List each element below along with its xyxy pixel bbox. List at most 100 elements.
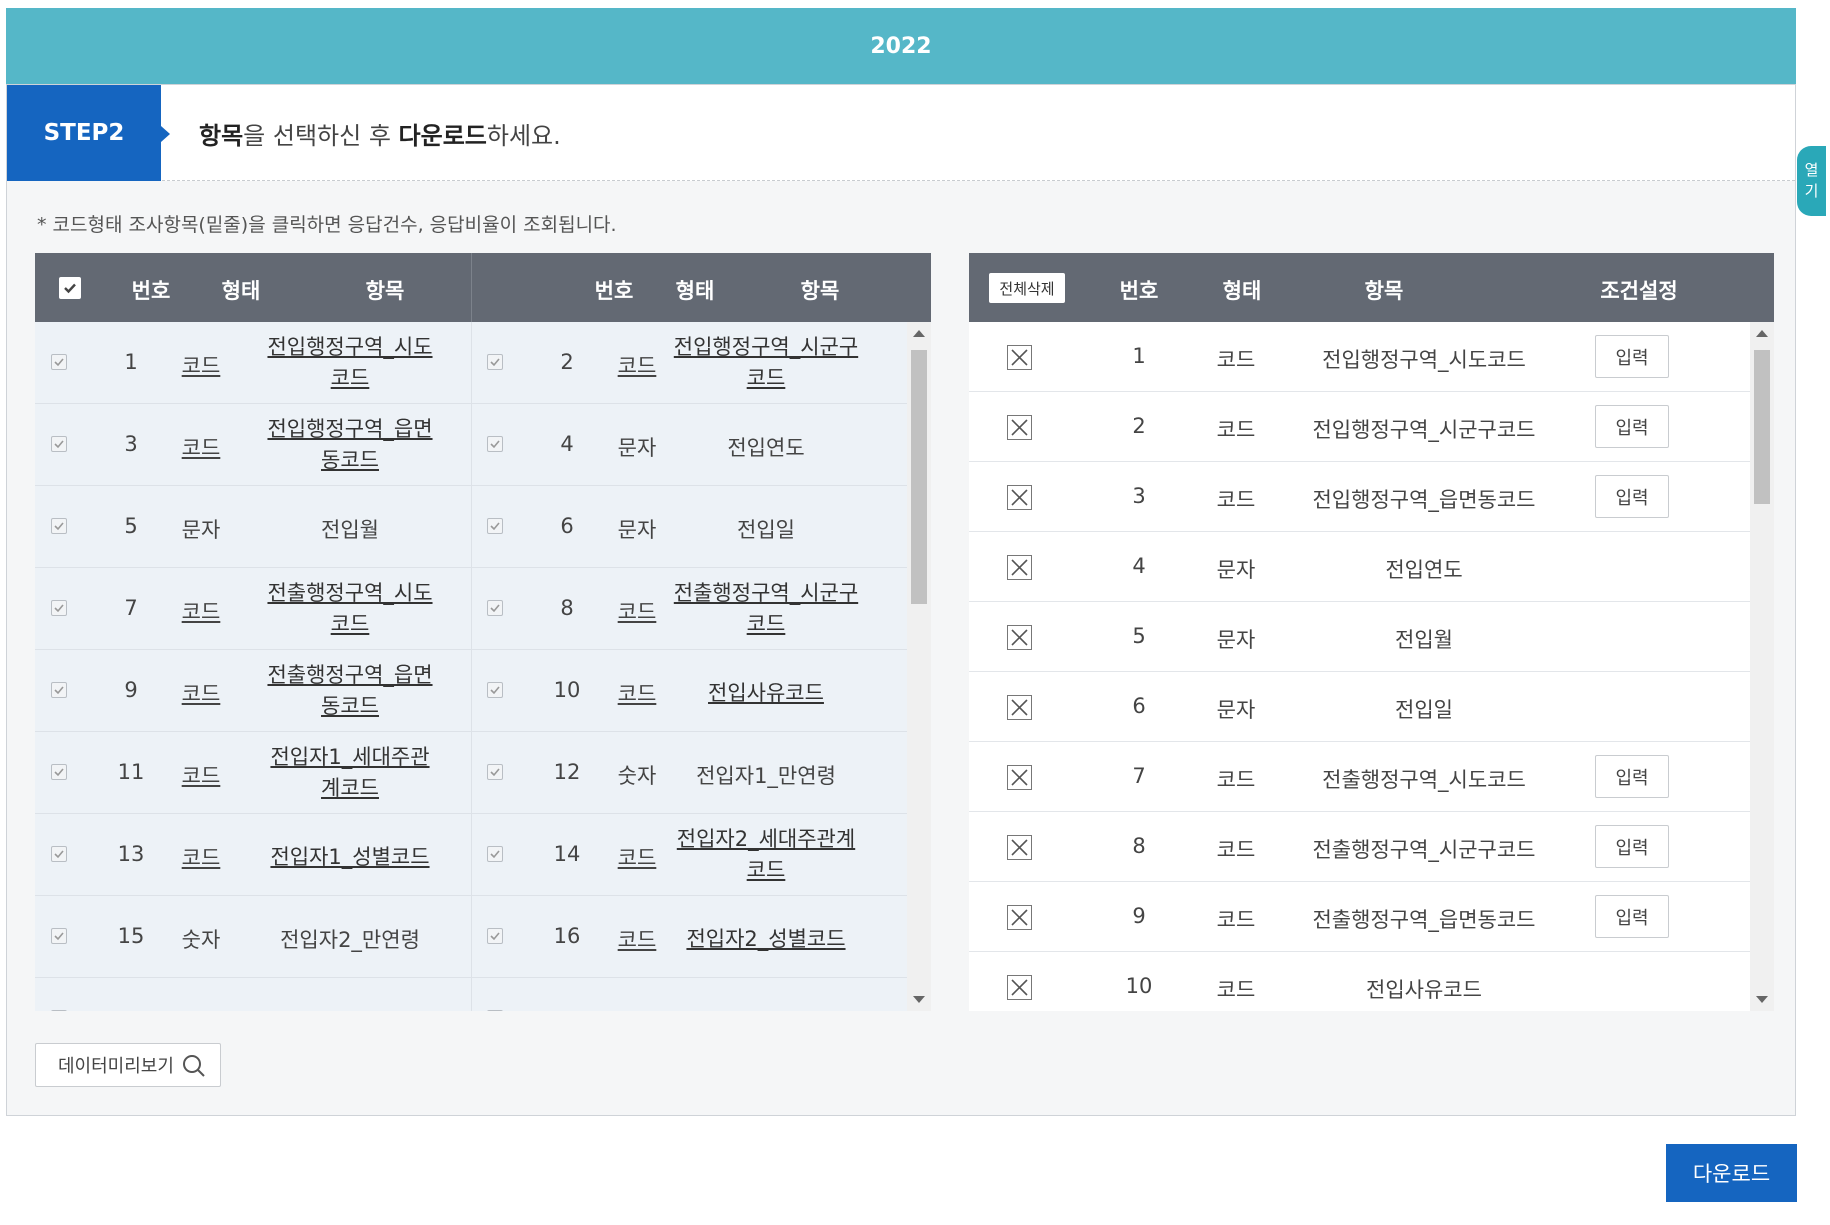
- selected-table-body: 1 코드 전입행정구역_시도코드 입력 2 코드 전입행정구역_시군구코드 입력 3 코드 전입행정…: [969, 322, 1750, 1011]
- selected-table-header: 전체삭제 번호 형태 항목 조건설정: [969, 253, 1774, 322]
- row-checkbox[interactable]: [487, 518, 503, 534]
- row-checkbox[interactable]: [487, 1010, 503, 1011]
- condition-input-button[interactable]: 입력: [1595, 335, 1669, 378]
- open-side-tab[interactable]: 열기: [1797, 146, 1826, 216]
- row-no: 6: [560, 514, 574, 538]
- row-type: 코드: [181, 846, 221, 870]
- sel-row-type: 코드: [1216, 908, 1256, 932]
- download-button[interactable]: 다운로드: [1666, 1144, 1797, 1202]
- row-checkbox[interactable]: [487, 682, 503, 698]
- sel-col-header-type: 형태: [1222, 279, 1262, 303]
- row-item[interactable]: 전출행정구역_시도 코드: [235, 578, 465, 640]
- row-checkbox[interactable]: [487, 600, 503, 616]
- item-table-scrollbar[interactable]: [907, 322, 931, 1011]
- selected-table-scrollbar[interactable]: [1750, 322, 1774, 1011]
- row-checkbox[interactable]: [487, 846, 503, 862]
- row-item: 전입일: [737, 518, 795, 542]
- remove-item-icon[interactable]: [1007, 835, 1032, 860]
- row-item[interactable]: 전출행정구역_읍면 동코드: [235, 660, 465, 722]
- sel-row-no: 9: [1132, 904, 1146, 928]
- step-header: STEP2 항목을 선택하신 후 다운로드하세요.: [7, 85, 1795, 181]
- row-checkbox[interactable]: [487, 354, 503, 370]
- sel-col-header-condition: 조건설정: [1600, 279, 1678, 303]
- condition-input-button[interactable]: 입력: [1595, 895, 1669, 938]
- row-item[interactable]: 전입자2_성별코드: [641, 924, 891, 955]
- remove-item-icon[interactable]: [1007, 345, 1032, 370]
- sel-row-item: 전출행정구역_읍면동코드: [1312, 908, 1536, 932]
- sel-row-no: 4: [1132, 554, 1146, 578]
- col-header-type: 형태: [221, 279, 261, 303]
- sel-row-item: 전입월: [1395, 628, 1453, 652]
- row-checkbox[interactable]: [487, 764, 503, 780]
- row-checkbox[interactable]: [51, 600, 67, 616]
- row-item[interactable]: 전입행정구역_읍면 동코드: [235, 414, 465, 476]
- col-header-item: 항목: [365, 279, 405, 303]
- row-item: 전입자3_세대주관: [235, 1006, 465, 1011]
- sel-row-item: 전입행정구역_시도코드: [1322, 348, 1526, 372]
- remove-item-icon[interactable]: [1007, 765, 1032, 790]
- row-checkbox[interactable]: [51, 928, 67, 944]
- table-row: 11 코드 전입자1_세대주관 계코드 12 숫자 전입자1_만연령: [35, 732, 907, 814]
- remove-item-icon[interactable]: [1007, 695, 1032, 720]
- row-no: 8: [560, 596, 574, 620]
- remove-item-icon[interactable]: [1007, 905, 1032, 930]
- row-checkbox[interactable]: [487, 436, 503, 452]
- row-no: 14: [553, 842, 581, 866]
- sel-row-item: 전출행정구역_시도코드: [1322, 768, 1526, 792]
- row-item[interactable]: 전입자2_세대주관계 코드: [641, 824, 891, 886]
- data-preview-button[interactable]: 데이터미리보기: [35, 1043, 221, 1087]
- table-row: 8 코드 전출행정구역_시군구코드 입력: [969, 812, 1750, 882]
- remove-item-icon[interactable]: [1007, 555, 1032, 580]
- row-no: 12: [553, 760, 581, 784]
- condition-input-button[interactable]: 입력: [1595, 405, 1669, 448]
- step-arrow-icon: [161, 126, 170, 142]
- sel-row-no: 7: [1132, 764, 1146, 788]
- remove-item-icon[interactable]: [1007, 625, 1032, 650]
- sel-row-item: 전입사유코드: [1366, 978, 1482, 1002]
- remove-item-icon[interactable]: [1007, 415, 1032, 440]
- row-checkbox[interactable]: [51, 764, 67, 780]
- sel-row-item: 전입연도: [1385, 558, 1463, 582]
- row-type: 코드: [181, 436, 221, 460]
- condition-input-button[interactable]: 입력: [1595, 475, 1669, 518]
- select-all-checkbox[interactable]: [59, 277, 81, 299]
- sel-row-no: 2: [1132, 414, 1146, 438]
- step2-panel: STEP2 항목을 선택하신 후 다운로드하세요. * 코드형태 조사항목(밑줄…: [6, 84, 1796, 1116]
- row-checkbox[interactable]: [51, 846, 67, 862]
- condition-input-button[interactable]: 입력: [1595, 755, 1669, 798]
- row-item[interactable]: 전입자1_세대주관 계코드: [235, 742, 465, 804]
- row-no: 11: [117, 760, 145, 784]
- row-item: 전입자2_만연령: [280, 928, 420, 952]
- row-checkbox[interactable]: [51, 436, 67, 452]
- table-row: 10 코드 전입사유코드: [969, 952, 1750, 1011]
- row-item: 전입월: [321, 518, 379, 542]
- table-row: 5 문자 전입월: [969, 602, 1750, 672]
- remove-item-icon[interactable]: [1007, 485, 1032, 510]
- row-no: 4: [560, 432, 574, 456]
- row-item[interactable]: 전입행정구역_시도 코드: [235, 332, 465, 394]
- selected-items-table: 전체삭제 번호 형태 항목 조건설정 1 코드 전입행정구역_시도코드 입력 2 코드 전입…: [969, 253, 1774, 1011]
- sel-row-no: 5: [1132, 624, 1146, 648]
- col-header-item-2: 항목: [800, 279, 840, 303]
- table-row: 15 숫자 전입자2_만연령 16 코드 전입자2_성별코드: [35, 896, 907, 978]
- row-item[interactable]: 전출행정구역_시군구 코드: [641, 578, 891, 640]
- row-item[interactable]: 전입사유코드: [641, 678, 891, 709]
- row-checkbox[interactable]: [487, 928, 503, 944]
- row-item[interactable]: 전입자1_성별코드: [235, 842, 465, 873]
- condition-input-button[interactable]: 입력: [1595, 825, 1669, 868]
- col-header-no-2: 번호: [594, 279, 634, 303]
- row-checkbox[interactable]: [51, 354, 67, 370]
- remove-item-icon[interactable]: [1007, 975, 1032, 1000]
- sel-row-item: 전출행정구역_시군구코드: [1312, 838, 1536, 862]
- row-type: 코드: [181, 764, 221, 788]
- table-row: 7 코드 전출행정구역_시도코드 입력: [969, 742, 1750, 812]
- row-item[interactable]: 전입행정구역_시군구 코드: [641, 332, 891, 394]
- table-row: 1 코드 전입행정구역_시도코드 입력: [969, 322, 1750, 392]
- table-row: 7 코드 전출행정구역_시도 코드 8 코드 전출행정구역_시군구 코드: [35, 568, 907, 650]
- row-checkbox[interactable]: [51, 1010, 67, 1011]
- row-no: 10: [553, 678, 581, 702]
- row-no: 9: [124, 678, 138, 702]
- delete-all-button[interactable]: 전체삭제: [989, 273, 1065, 303]
- row-checkbox[interactable]: [51, 518, 67, 534]
- row-checkbox[interactable]: [51, 682, 67, 698]
